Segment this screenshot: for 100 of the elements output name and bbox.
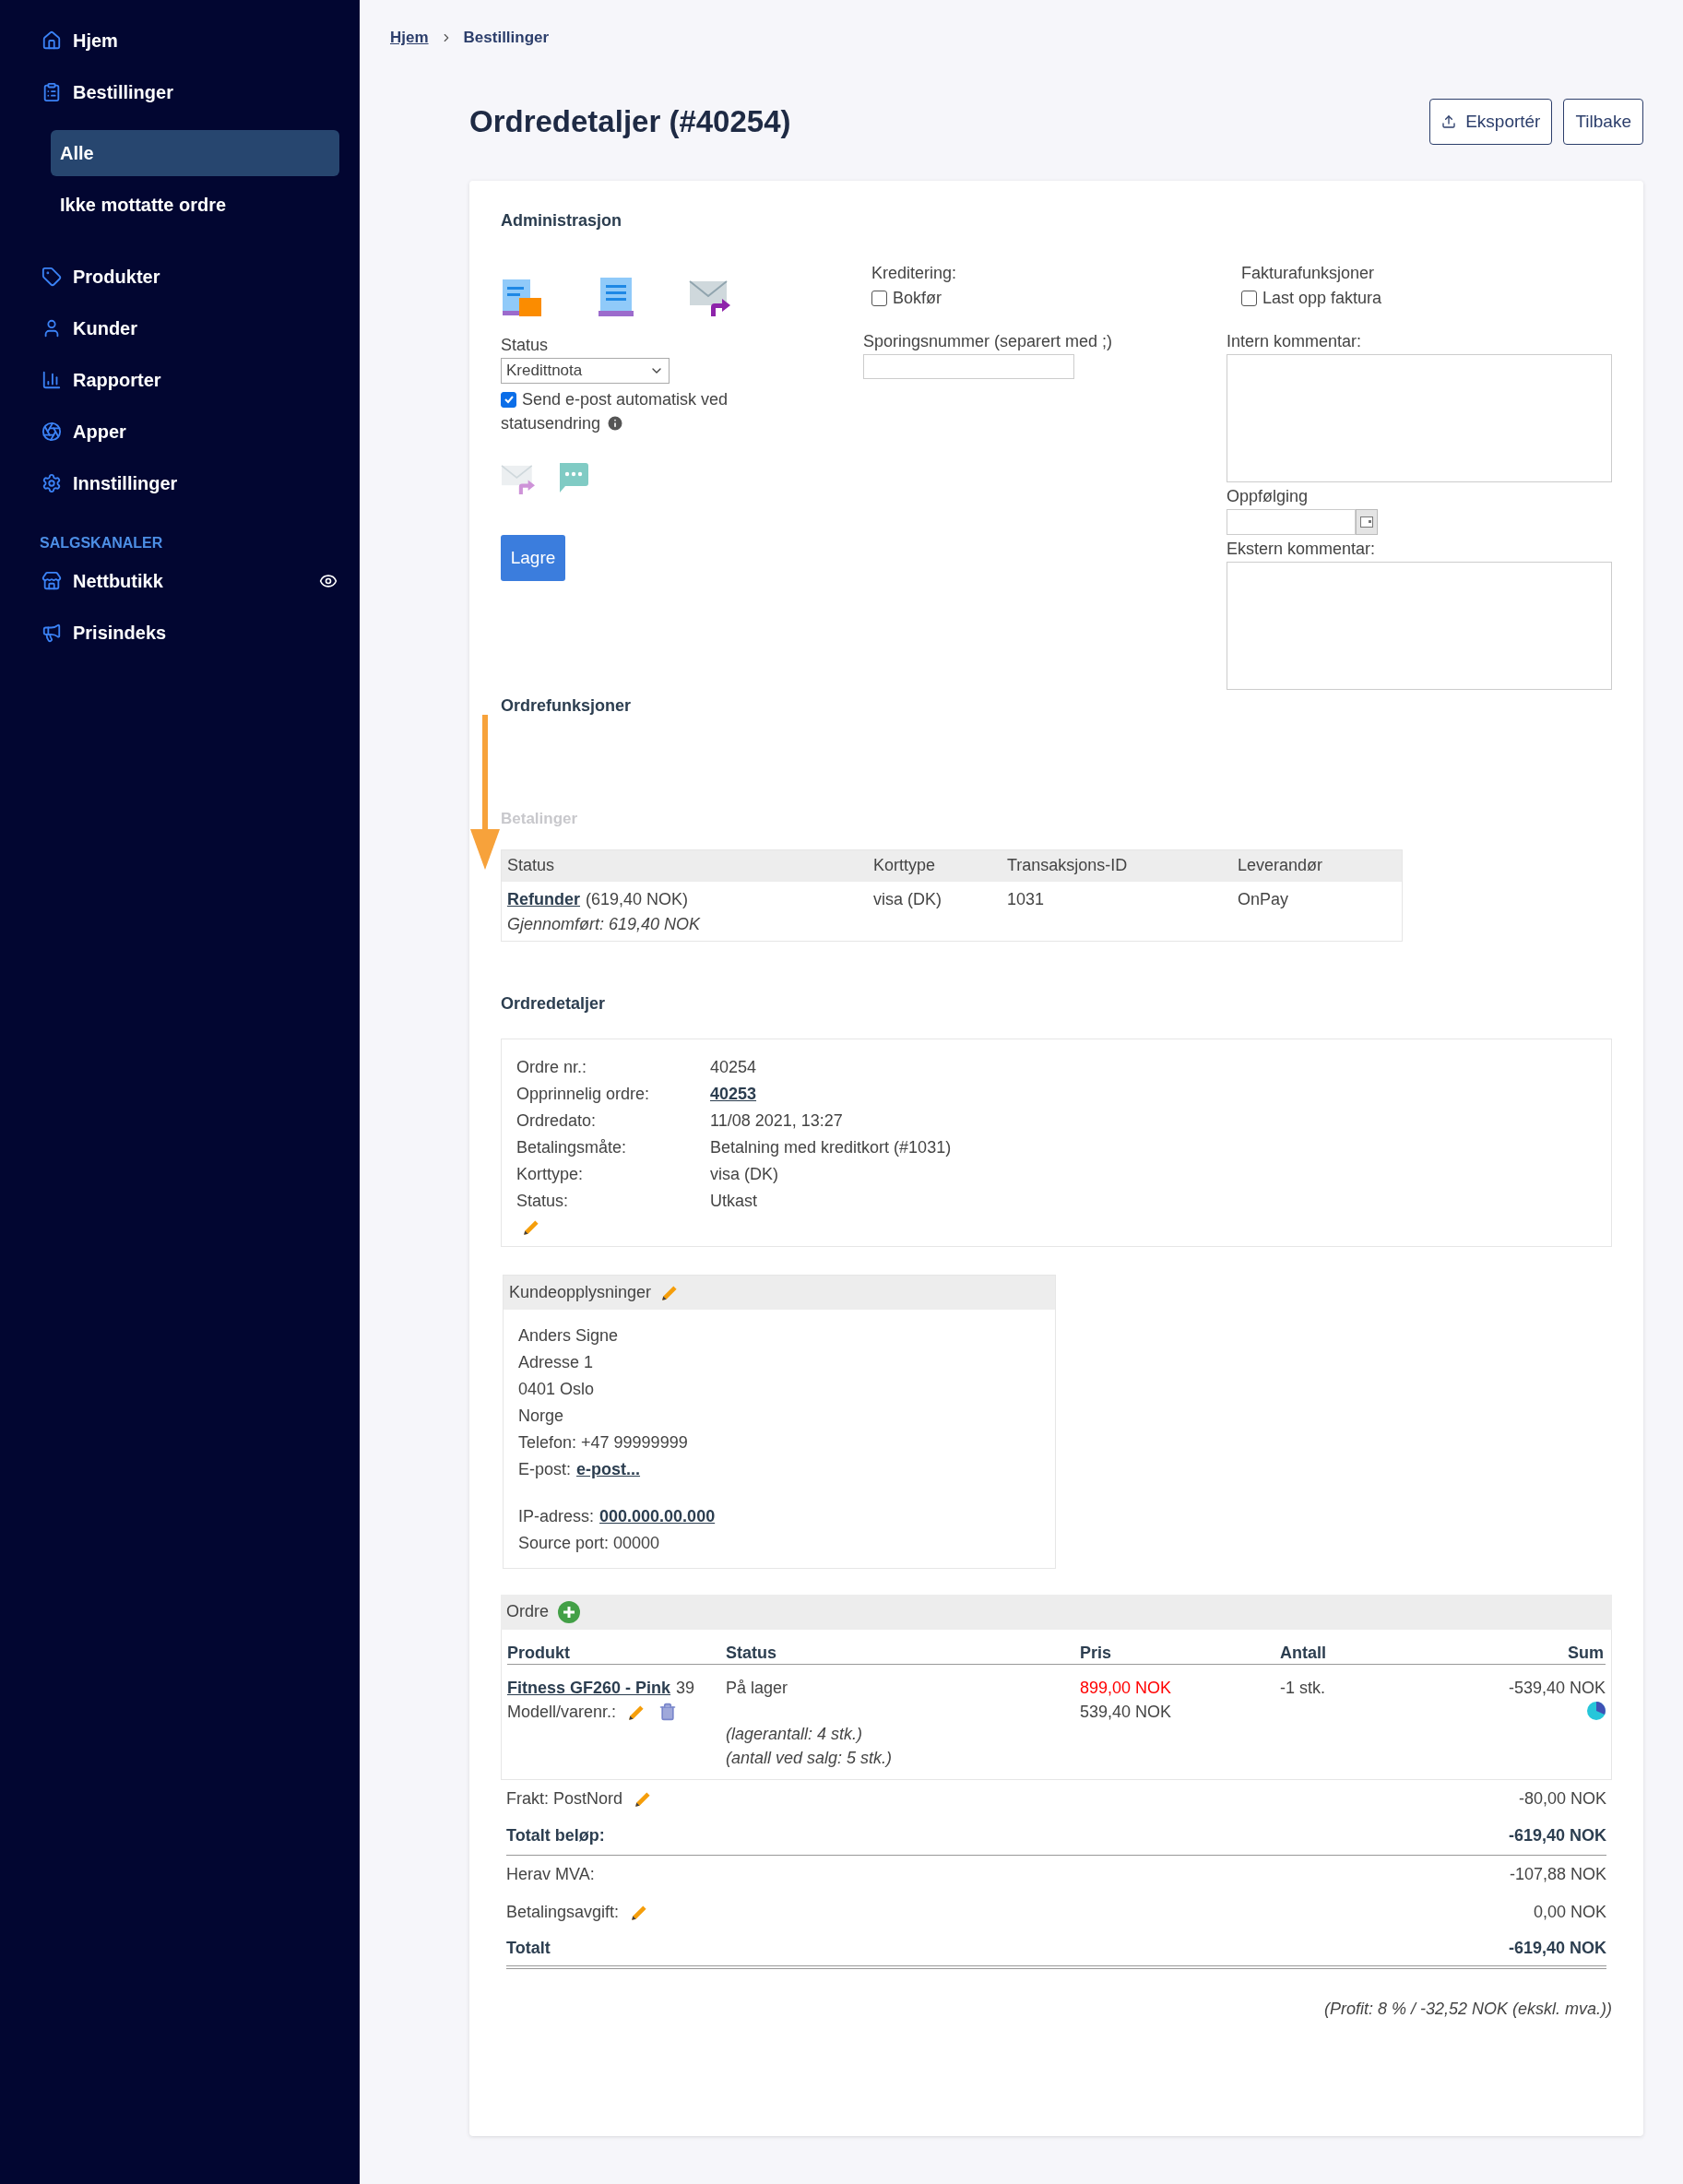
table-cell-text: Gjennomført: 619,40 NOK: [507, 913, 701, 935]
tag-icon: [41, 267, 62, 287]
table-cell-text: visa (DK): [873, 888, 942, 910]
invoice-checkbox[interactable]: [1241, 291, 1257, 306]
sidebar-item[interactable]: Prisindeks: [32, 610, 176, 656]
comment-field[interactable]: [1227, 354, 1612, 482]
sidebar-item[interactable]: Rapporter: [32, 357, 339, 403]
tracking-field[interactable]: [863, 354, 1074, 379]
field-label: IP-adress:: [518, 1505, 595, 1527]
house-icon: [41, 30, 62, 51]
table-cell-text: -539,40 NOK: [1508, 1677, 1606, 1699]
sidebar-item[interactable]: Kunder: [32, 305, 339, 351]
field-label: Intern kommentar:: [1227, 331, 1363, 352]
panel-title: Ordre: [506, 1601, 549, 1622]
column-header: Korttype: [873, 855, 936, 876]
save-button[interactable]: Lagre: [501, 535, 565, 581]
page-title: Ordredetaljer (#40254): [469, 103, 791, 141]
total-label: Totalt beløp:: [506, 1825, 605, 1846]
trash-icon[interactable]: [658, 1702, 678, 1721]
total-value: -619,40 NOK: [1508, 1825, 1606, 1846]
table-cell-text: 539,40 NOK: [1080, 1701, 1172, 1723]
section-title: Administrasjon: [501, 210, 623, 231]
customer-line: Norge: [518, 1405, 564, 1427]
status-select[interactable]: Kredittnota: [501, 358, 670, 384]
field-label: Ordre nr.:: [516, 1056, 588, 1078]
field-value: Utkast: [710, 1190, 757, 1212]
check-icon: [503, 394, 515, 405]
total-label: Herav MVA:: [506, 1863, 595, 1885]
total-label: Frakt: PostNord: [506, 1787, 623, 1810]
field-label: Opprinnelig ordre:: [516, 1083, 651, 1105]
column-header: Sum: [1568, 1642, 1605, 1664]
field-label: Status:: [516, 1190, 570, 1212]
refund-link[interactable]: Refunder: [507, 886, 580, 912]
customer-line: Anders Signe: [518, 1324, 619, 1347]
total-value: -107,88 NOK: [1509, 1863, 1606, 1885]
profit-note: (Profit: 8 % / -32,52 NOK (ekskl. mva.)): [1323, 1998, 1612, 2020]
panel-title: Kundeopplysninger: [509, 1281, 652, 1303]
sidebar-item[interactable]: Apper: [32, 409, 339, 455]
bokfor-checkbox[interactable]: [871, 291, 887, 306]
column-header: Antall: [1280, 1642, 1326, 1664]
sidebar-item[interactable]: Ikke mottatte ordre: [51, 182, 339, 228]
bar-chart-icon: [41, 370, 62, 390]
upload-icon: [1441, 114, 1457, 129]
field-label: Sporingsnummer (separert med ;): [863, 331, 1114, 352]
original-price: 899,00 NOK: [1080, 1677, 1172, 1699]
breadcrumb-link[interactable]: Hjem: [390, 26, 429, 50]
export-button[interactable]: Eksportér: [1429, 99, 1553, 145]
field-value: visa (DK): [710, 1163, 778, 1185]
sidebar-item[interactable]: Alle: [51, 130, 339, 176]
field-label: Korttype:: [516, 1163, 585, 1185]
field-label: Ordredato:: [516, 1110, 598, 1132]
section-title: SALGSKANALER: [39, 534, 164, 552]
stock-note: (lagerantall: 4 stk.): [726, 1723, 863, 1745]
customer-line: Source port: 00000: [518, 1532, 660, 1554]
ip-link[interactable]: 000.000.00.000: [599, 1502, 716, 1530]
sidebar-item[interactable]: Hjem: [32, 18, 339, 64]
order-link[interactable]: 40253: [710, 1081, 757, 1107]
total-value: -80,00 NOK: [1518, 1787, 1606, 1810]
date-field[interactable]: [1227, 509, 1356, 535]
email-checkbox[interactable]: [501, 391, 516, 408]
column-header: Transaksjons-ID: [1007, 855, 1128, 876]
sidebar-item[interactable]: Innstillinger: [32, 460, 339, 506]
field-value: 40254: [710, 1056, 757, 1078]
info-icon[interactable]: [606, 414, 625, 433]
eye-icon[interactable]: [319, 572, 338, 590]
customer-line: 0401 Oslo: [518, 1378, 595, 1400]
field-label: Kreditering:: [871, 263, 958, 284]
field-label: Ekstern kommentar:: [1227, 539, 1377, 560]
calendar-button[interactable]: [1356, 509, 1378, 535]
breadcrumb-current: Bestillinger: [463, 28, 550, 49]
list-icon: [41, 82, 62, 102]
field-value: 11/08 2021, 13:27: [710, 1110, 843, 1132]
product-link[interactable]: Fitness GF260 - Pink: [507, 1675, 671, 1700]
table-cell-text: 1031: [1007, 888, 1045, 910]
total-label: Betalingsavgift:: [506, 1901, 620, 1923]
sidebar-item[interactable]: Nettbutikk: [32, 558, 172, 604]
checkbox-label: Last opp faktura: [1262, 288, 1382, 309]
table-cell-text: -1 stk.: [1280, 1677, 1325, 1699]
field-label: E-post:: [518, 1458, 572, 1480]
column-header: Status: [507, 855, 555, 876]
checkbox-label: Bokfør: [893, 288, 942, 309]
back-button[interactable]: Tilbake: [1563, 99, 1643, 145]
gear-icon: [41, 473, 62, 493]
sidebar-item[interactable]: Produkter: [32, 254, 339, 300]
stock-note: (antall ved salg: 5 stk.): [726, 1747, 893, 1769]
add-icon[interactable]: [558, 1600, 580, 1623]
customer-line: Telefon: +47 99999999: [518, 1431, 688, 1454]
total-value: 0,00 NOK: [1533, 1901, 1606, 1923]
email-link[interactable]: e-post...: [576, 1455, 641, 1483]
checkbox-label: Send e-post automatisk ved: [522, 388, 729, 410]
column-header: Pris: [1080, 1642, 1112, 1664]
field-label: Status: [501, 335, 550, 356]
column-header: Produkt: [507, 1642, 570, 1664]
sidebar-item[interactable]: Bestillinger: [32, 69, 339, 115]
field-label: Modell/varenr.:: [507, 1701, 617, 1723]
comment-field[interactable]: [1227, 562, 1612, 690]
pie-icon: [1587, 1701, 1606, 1720]
table-cell-text: 39: [676, 1677, 695, 1699]
store-icon: [41, 571, 62, 591]
megaphone-icon: [41, 623, 62, 643]
